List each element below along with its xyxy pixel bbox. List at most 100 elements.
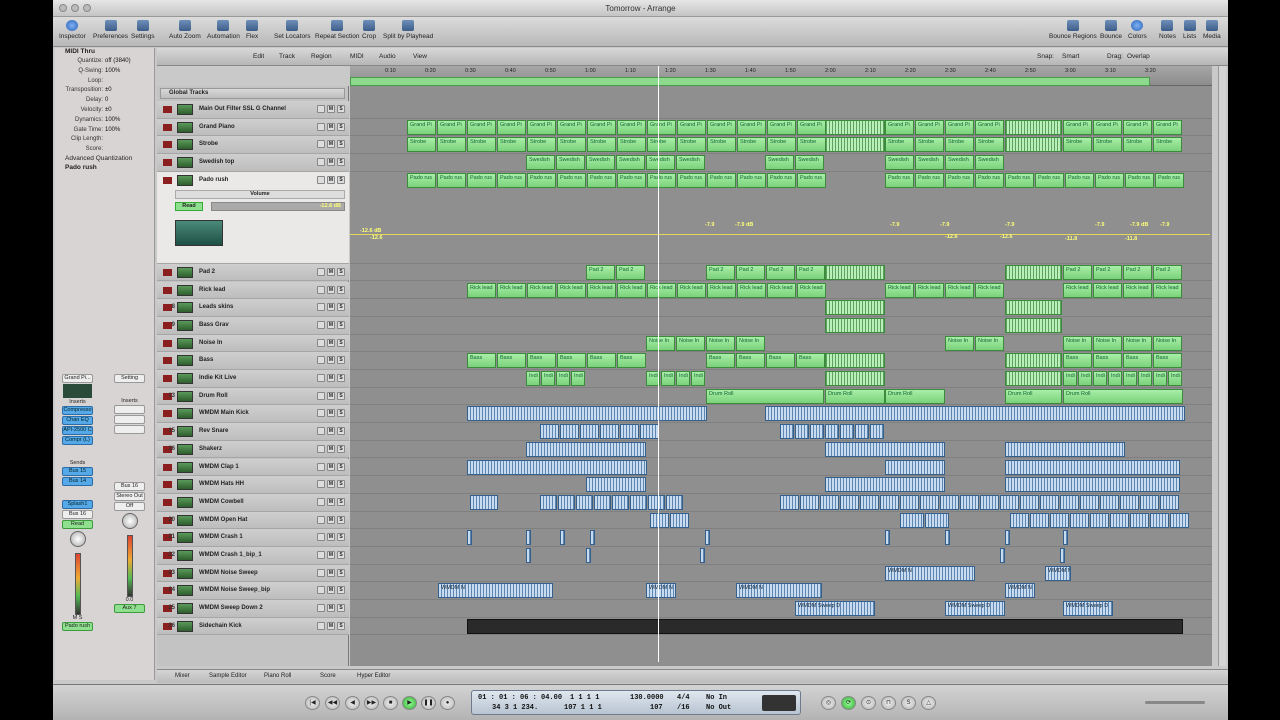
- track-lane[interactable]: [350, 299, 1212, 317]
- region[interactable]: Noise In: [706, 335, 735, 351]
- mute-button[interactable]: M: [327, 338, 335, 347]
- solo-button[interactable]: S: [337, 604, 345, 613]
- media-button[interactable]: Media: [1203, 20, 1221, 40]
- region[interactable]: [580, 424, 599, 440]
- region[interactable]: Pado rus: [1035, 172, 1064, 188]
- region[interactable]: Grand Pi: [945, 119, 974, 135]
- region[interactable]: Swedish: [915, 155, 944, 171]
- region[interactable]: Pado rus: [915, 172, 944, 188]
- region[interactable]: Bass: [736, 353, 765, 369]
- volume-fader[interactable]: [126, 535, 133, 597]
- output-slot[interactable]: Bus 16: [62, 510, 93, 519]
- region[interactable]: Rick lead: [497, 282, 526, 298]
- record-enable-button[interactable]: [317, 338, 325, 347]
- solo-button[interactable]: S: [337, 409, 345, 418]
- region[interactable]: [526, 530, 531, 546]
- param-row[interactable]: Dynamics: 100%: [55, 116, 154, 126]
- advanced-quantization-toggle[interactable]: Advanced Quantization: [55, 155, 154, 164]
- region[interactable]: Pad 2: [616, 264, 645, 280]
- track-name[interactable]: WMDM Main Kick: [199, 410, 249, 416]
- region[interactable]: [795, 424, 809, 440]
- region[interactable]: Grand Pi: [1153, 119, 1182, 135]
- track-header[interactable]: Main Out Filter SSL G Channel MS: [157, 101, 349, 119]
- arrange-area[interactable]: 0:10 0:20 0:30 0:40 0:50 1:00 1:10 1:20 1:30 1:40…: [350, 66, 1212, 666]
- region[interactable]: Rick lead: [1153, 282, 1182, 298]
- record-enable-button[interactable]: [317, 391, 325, 400]
- region[interactable]: Swedish: [526, 155, 555, 171]
- record-enable-button[interactable]: [317, 356, 325, 365]
- region[interactable]: [1005, 119, 1062, 135]
- record-enable-button[interactable]: [317, 515, 325, 524]
- region[interactable]: Swedish: [945, 155, 974, 171]
- region[interactable]: Grand Pi: [797, 119, 826, 135]
- region[interactable]: Strobe: [527, 137, 556, 153]
- region[interactable]: [1120, 494, 1139, 510]
- record-enable-button[interactable]: [317, 320, 325, 329]
- region[interactable]: Pado rus: [647, 172, 676, 188]
- region[interactable]: Grand Pi: [437, 119, 466, 135]
- zoom-icon[interactable]: [83, 4, 91, 12]
- param-row[interactable]: Velocity: ±0: [55, 106, 154, 116]
- region[interactable]: [810, 424, 824, 440]
- region[interactable]: Strobe: [885, 137, 914, 153]
- region[interactable]: Bass: [796, 353, 825, 369]
- track-name[interactable]: Drum Roll: [199, 393, 228, 399]
- pan-knob[interactable]: [69, 531, 86, 547]
- region[interactable]: Pado rus: [1005, 172, 1034, 188]
- track-name[interactable]: Rick lead: [199, 287, 225, 293]
- solo-button[interactable]: S: [337, 267, 345, 276]
- region[interactable]: WMDM N: [1005, 583, 1035, 599]
- track-lane[interactable]: [350, 547, 1212, 565]
- region[interactable]: Grand Pi: [1093, 119, 1122, 135]
- region[interactable]: [1060, 494, 1079, 510]
- preferences-button[interactable]: Preferences: [93, 20, 128, 40]
- send-slot-2[interactable]: Bus 14: [62, 477, 93, 486]
- region[interactable]: Pado rus: [557, 172, 586, 188]
- region[interactable]: Strobe: [797, 137, 826, 153]
- region[interactable]: Pad 2: [766, 264, 795, 280]
- region[interactable]: Bass: [587, 353, 616, 369]
- region[interactable]: Rick lead: [885, 282, 914, 298]
- record-enable-button[interactable]: [317, 285, 325, 294]
- region[interactable]: Strobe: [497, 137, 526, 153]
- input-slot[interactable]: Splash1: [62, 500, 93, 509]
- mute-button[interactable]: M: [327, 515, 335, 524]
- track-header[interactable]: WMDM Cowbell MS: [157, 493, 349, 512]
- region[interactable]: Grand Pi: [587, 119, 616, 135]
- solo-button[interactable]: S: [337, 320, 345, 329]
- track-header[interactable]: WMDM Clap 1 MS: [157, 458, 349, 477]
- region[interactable]: Drum Roll: [706, 388, 824, 404]
- region[interactable]: Indi: [1138, 371, 1152, 386]
- drag-menu[interactable]: Overlap: [1127, 53, 1150, 60]
- region[interactable]: [825, 300, 885, 316]
- insert-slot-1[interactable]: [114, 405, 145, 414]
- region[interactable]: Bass: [1093, 353, 1122, 369]
- track-header[interactable]: 21 WMDM Crash 1 MS: [157, 529, 349, 547]
- solo-button[interactable]: S: [337, 175, 345, 184]
- track-header[interactable]: 16 Shakerz MS: [157, 440, 349, 459]
- param-row[interactable]: Score:: [55, 145, 154, 155]
- track-lane[interactable]: [350, 529, 1212, 547]
- region[interactable]: Grand Pi: [885, 119, 914, 135]
- solo-button[interactable]: S: [337, 158, 345, 167]
- param-value[interactable]: [105, 135, 154, 145]
- automation-point-label[interactable]: -7.9: [890, 222, 899, 228]
- track-header[interactable]: Noise In MS: [157, 334, 349, 353]
- locator-left[interactable]: 34 3 1 234.: [492, 704, 538, 712]
- region[interactable]: Pad 2: [586, 264, 615, 280]
- mute-button[interactable]: M: [327, 105, 335, 113]
- solo-button[interactable]: S: [337, 497, 345, 506]
- region[interactable]: Grand Pi: [467, 119, 496, 135]
- record-enable-button[interactable]: [317, 122, 325, 131]
- record-enable-button[interactable]: [317, 621, 325, 630]
- automation-point-label[interactable]: -7.9: [1095, 222, 1104, 228]
- track-name[interactable]: Bass Grav: [199, 322, 229, 328]
- region[interactable]: Pado rus: [737, 172, 766, 188]
- region[interactable]: [1170, 512, 1189, 528]
- region[interactable]: Grand Pi: [1063, 119, 1092, 135]
- region[interactable]: Grand Pi: [975, 119, 1004, 135]
- region[interactable]: [825, 441, 945, 457]
- set-locators-button[interactable]: Set Locators: [274, 20, 311, 40]
- track-name[interactable]: Main Out Filter SSL G Channel: [199, 106, 286, 112]
- region[interactable]: [1000, 548, 1005, 563]
